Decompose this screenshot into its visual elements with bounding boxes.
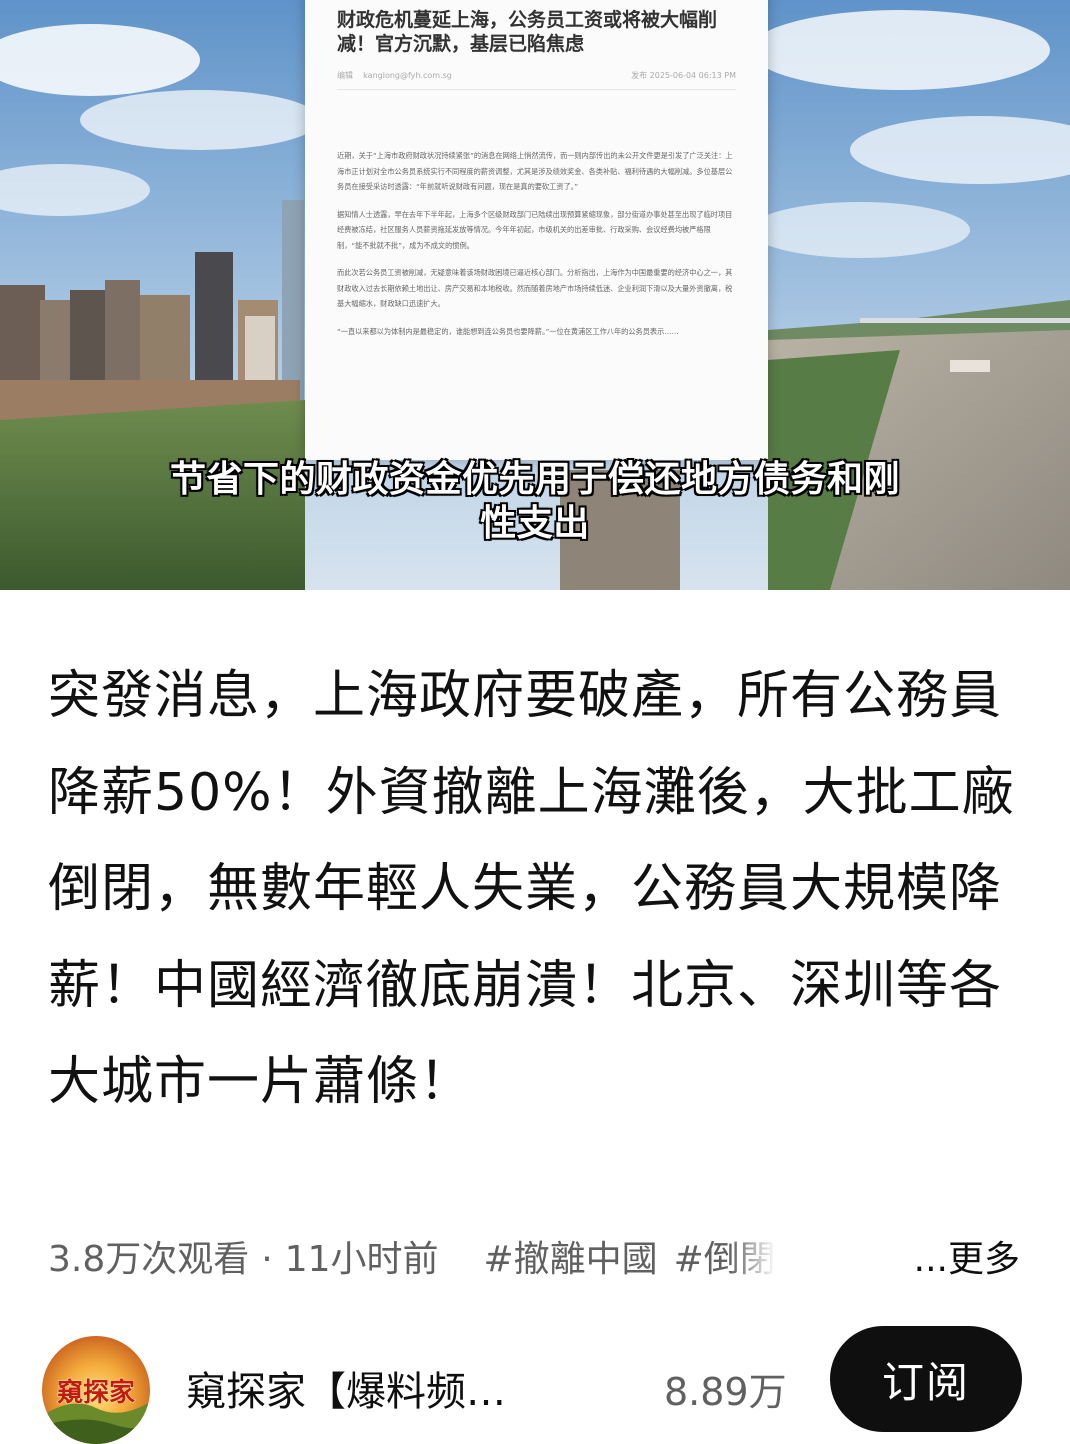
article-author-prefix: 编辑 xyxy=(337,71,353,80)
article-author-row: 编辑 kanglong@fyh.com.sg xyxy=(337,70,452,81)
show-more-button[interactable]: ...更多 xyxy=(909,1232,1020,1288)
screenshot-article: 财政危机蔓延上海，公务员工资或将被大幅削 减！官方沉默，基层已陷焦虑 编辑 ka… xyxy=(305,0,768,460)
hashtag-link[interactable]: #倒閉 xyxy=(674,1232,776,1288)
article-paragraph: 而此次若公务员工资被削减，无疑意味着该场财政困境已逼近核心部门。分析指出，上海作… xyxy=(337,268,733,308)
video-title[interactable]: 突發消息，上海政府要破產，所有公務員降薪50%！外資撤離上海灘後，大批工廠倒閉，… xyxy=(48,648,1028,1131)
video-caption: 节省下的财政资金优先用于偿还地方债务和刚 性支出 xyxy=(169,458,901,545)
article-paragraph: “一直以来都以为体制内是最稳定的，谁能想到连公务员也要降薪。”一位在黄浦区工作八… xyxy=(337,326,679,336)
channel-avatar[interactable]: 窺探家 xyxy=(42,1336,150,1444)
avatar-text: 窺探家 xyxy=(56,1378,135,1409)
subscriber-count: 8.89万 xyxy=(664,1370,787,1414)
article-paragraph: 近期，关于“上海市政府财政状况持续紧张”的消息在网络上悄然流传，而一则内部传出的… xyxy=(337,151,733,191)
article-paragraph: 据知情人士透露，早在去年下半年起，上海多个区级财政部门已陆续出现预算紧缩现象，部… xyxy=(337,209,733,250)
video-meta: 3.8万次观看 · 11小时前 #撤離中國 #倒閉 xyxy=(48,1232,1028,1288)
article-headline: 财政危机蔓延上海，公务员工资或将被大幅削 减！官方沉默，基层已陷焦虑 xyxy=(337,9,718,55)
video-player[interactable]: 财政危机蔓延上海，公务员工资或将被大幅削 减！官方沉默，基层已陷焦虑 编辑 ka… xyxy=(0,0,1070,590)
article-date: 发布 2025-06-04 06:13 PM xyxy=(631,71,736,80)
channel-name[interactable]: 窺探家【爆料频… xyxy=(186,1362,616,1422)
article-meta: 编辑 kanglong@fyh.com.sg 发布 2025-06-04 06:… xyxy=(337,70,736,90)
meta-separator: · xyxy=(261,1239,273,1280)
article-body: 近期，关于“上海市政府财政状况持续紧张”的消息在网络上悄然流传，而一则内部传出的… xyxy=(337,148,736,339)
view-count: 3.8万次观看 xyxy=(48,1239,250,1280)
upload-time: 11小时前 xyxy=(284,1239,439,1280)
article-author: kanglong@fyh.com.sg xyxy=(363,71,452,80)
hashtag-link[interactable]: #撤離中國 xyxy=(483,1232,657,1288)
subscribe-button[interactable]: 订阅 xyxy=(830,1326,1022,1432)
